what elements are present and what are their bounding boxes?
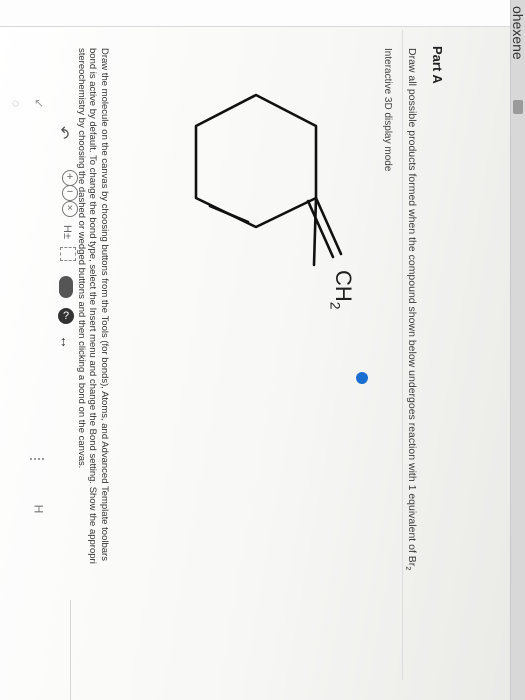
vinyl-bond xyxy=(312,196,318,267)
template-ring-icon[interactable] xyxy=(30,458,44,472)
help-button[interactable]: ? xyxy=(58,308,74,324)
molecule-structure xyxy=(194,93,343,267)
template-icon[interactable] xyxy=(60,247,76,261)
toggle-button[interactable] xyxy=(59,276,73,298)
screen: ohexene Part A Draw all possible product… xyxy=(0,0,525,700)
ring-double-bond xyxy=(208,204,250,224)
ch2-subscript: 2 xyxy=(327,301,344,310)
hplus-button[interactable]: H± xyxy=(61,225,73,239)
zoom-in-icon[interactable]: + xyxy=(62,170,78,186)
left-tool-icon[interactable]: ↖ xyxy=(34,96,46,110)
zoom-out-icon[interactable]: − xyxy=(62,185,78,201)
ch2-label: CH2 xyxy=(328,270,356,310)
expand-icon[interactable]: ↔ xyxy=(58,335,74,349)
left-tool-icon-2[interactable]: ◌ xyxy=(12,96,26,110)
rotated-page: ohexene Part A Draw all possible product… xyxy=(0,0,525,700)
toolbar-divider xyxy=(70,600,71,700)
h-atom-button[interactable]: H xyxy=(31,505,45,514)
ch-label: CH xyxy=(331,270,356,302)
undo-icon[interactable]: ↶ xyxy=(54,126,73,142)
clear-icon[interactable]: × xyxy=(62,201,78,217)
